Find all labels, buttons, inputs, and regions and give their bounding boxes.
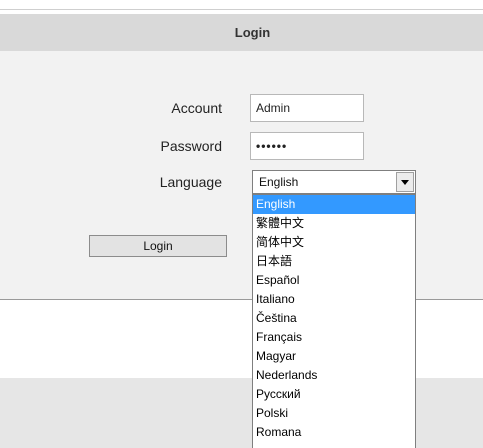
dropdown-option[interactable]: Français	[253, 328, 415, 347]
dropdown-option[interactable]: English	[253, 195, 415, 214]
dropdown-arrow-button[interactable]	[396, 172, 414, 192]
login-header: Login	[0, 14, 483, 51]
chevron-down-icon	[401, 180, 409, 185]
header-title: Login	[234, 25, 271, 40]
dropdown-option[interactable]: Русский	[253, 385, 415, 404]
dropdown-option[interactable]: 简体中文	[253, 233, 415, 252]
dropdown-option[interactable]: Italiano	[253, 290, 415, 309]
language-select[interactable]: English	[252, 170, 416, 194]
top-divider	[0, 9, 483, 10]
dropdown-option[interactable]: Romana	[253, 423, 415, 442]
language-dropdown-list[interactable]: English 繁體中文 简体中文 日本語 Español Italiano Čeština…	[252, 194, 416, 448]
account-input[interactable]: Admin	[250, 94, 364, 122]
dropdown-option[interactable]: Nederlands	[253, 366, 415, 385]
password-label: Password	[160, 138, 222, 154]
dropdown-option[interactable]: Magyar	[253, 347, 415, 366]
account-label: Account	[171, 100, 222, 116]
password-input[interactable]: ••••••	[250, 132, 364, 160]
dropdown-option[interactable]: Español	[253, 271, 415, 290]
login-page: Login Account Admin Password •••••• Lang…	[0, 0, 483, 448]
login-button[interactable]: Login	[89, 235, 227, 257]
dropdown-option[interactable]: 繁體中文	[253, 214, 415, 233]
language-label: Language	[159, 174, 222, 190]
dropdown-option[interactable]: Čeština	[253, 309, 415, 328]
password-value: ••••••	[256, 139, 288, 153]
account-value: Admin	[256, 101, 291, 115]
dropdown-option[interactable]: 日本語	[253, 252, 415, 271]
language-select-value: English	[259, 175, 299, 189]
dropdown-option[interactable]: Polski	[253, 404, 415, 423]
